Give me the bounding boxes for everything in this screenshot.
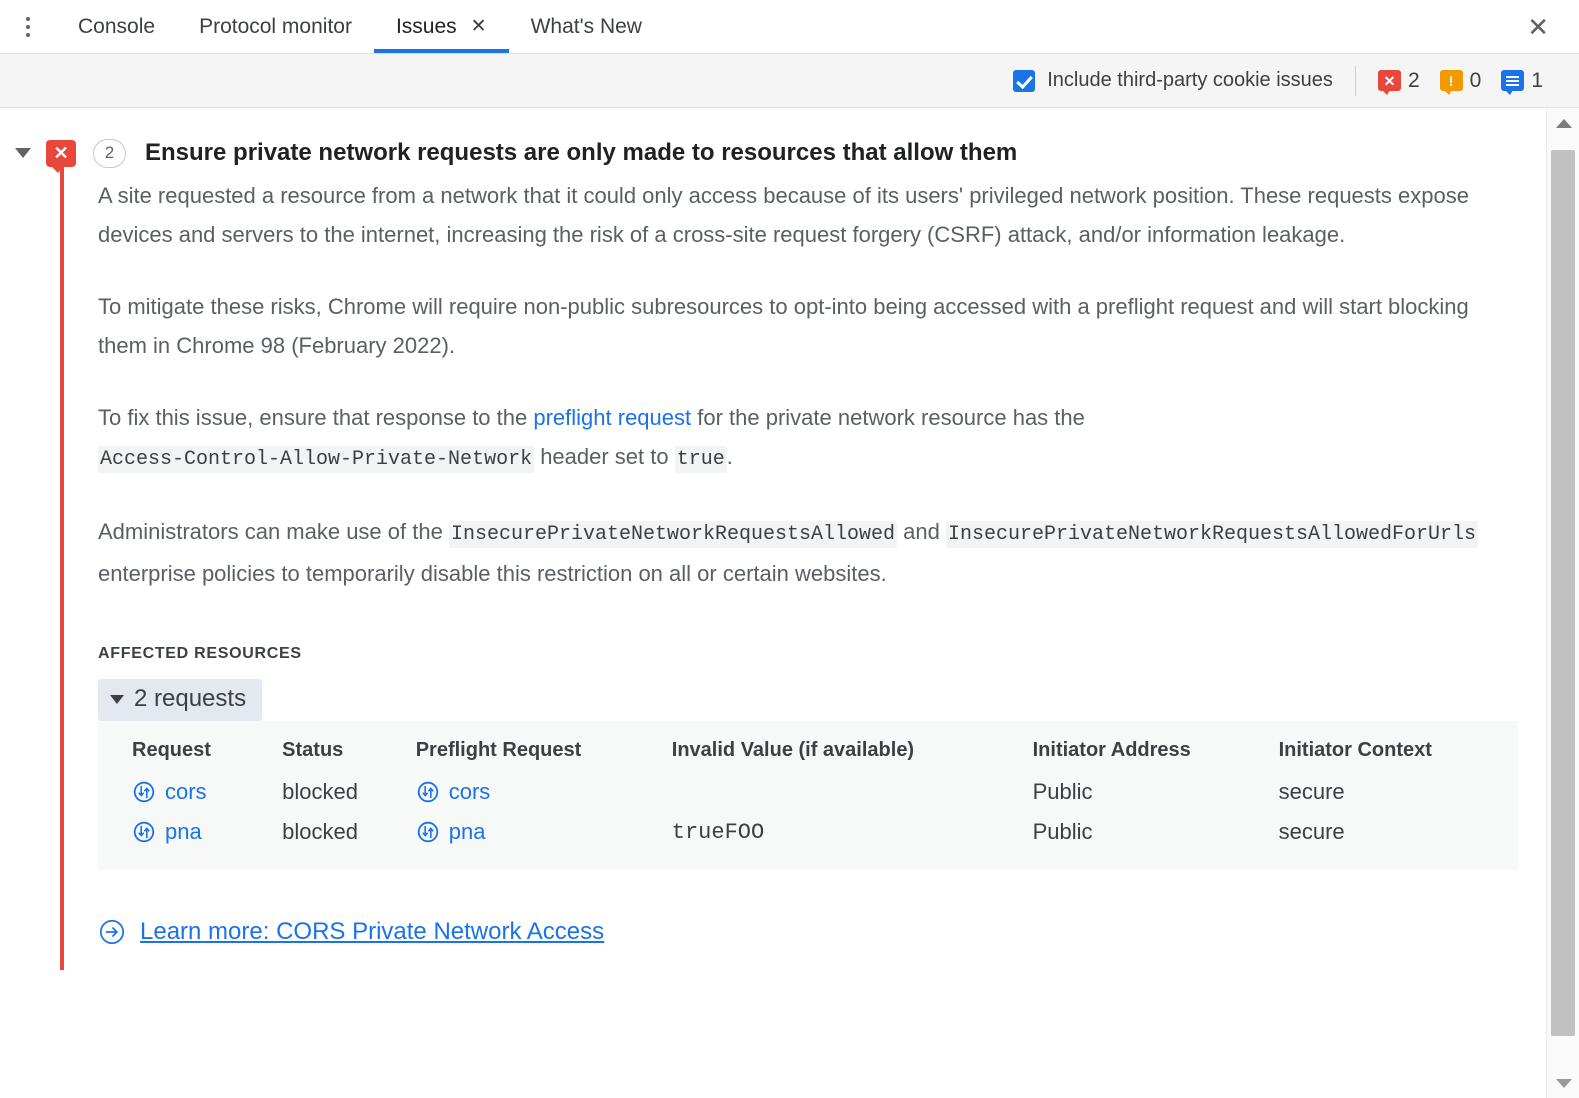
column-header-invalid-value: Invalid Value (if available) — [672, 735, 1033, 772]
scroll-up-arrow-icon[interactable] — [1547, 108, 1579, 138]
cell-status: blocked — [282, 812, 416, 852]
text-fragment: Administrators can make use of the — [98, 519, 449, 544]
checkbox-box[interactable] — [1013, 70, 1035, 92]
preflight-request-link[interactable]: cors — [449, 779, 491, 805]
affected-resources-table-wrap: Request Status Preflight Request Invalid… — [98, 721, 1518, 870]
code-policy-2: InsecurePrivateNetworkRequestsAllowedFor… — [946, 521, 1478, 548]
error-icon: ✕ — [46, 140, 76, 167]
request-link[interactable]: cors — [165, 779, 207, 805]
error-icon: ✕ — [1378, 70, 1401, 91]
issue-count-badge: 2 — [93, 139, 126, 168]
text-fragment: To fix this issue, ensure that response … — [98, 405, 533, 430]
scroll-down-arrow-icon[interactable] — [1547, 1068, 1579, 1098]
warning-count: 0 — [1470, 69, 1482, 93]
issues-toolbar: Include third-party cookie issues ✕ 2 ! … — [0, 54, 1579, 108]
text-fragment: enterprise policies to temporarily disab… — [98, 561, 887, 586]
issue-paragraph-2: To mitigate these risks, Chrome will req… — [98, 287, 1518, 365]
affected-resources-toggle-label: 2 requests — [134, 685, 246, 713]
network-request-icon — [132, 820, 156, 844]
request-link[interactable]: pna — [165, 819, 202, 845]
info-icon — [1501, 70, 1524, 91]
warning-icon: ! — [1440, 70, 1463, 91]
tab-label: What's New — [531, 15, 642, 39]
affected-resources-label: AFFECTED RESOURCES — [98, 645, 1546, 663]
arrow-right-circle-icon — [98, 918, 126, 946]
preflight-request-link[interactable]: preflight request — [533, 405, 691, 430]
tab-protocol-monitor[interactable]: Protocol monitor — [177, 0, 374, 53]
tab-label: Protocol monitor — [199, 15, 352, 39]
issue-counters: ✕ 2 ! 0 1 — [1378, 69, 1543, 93]
cell-initiator-context: secure — [1279, 812, 1518, 852]
text-fragment: header set to — [534, 444, 675, 469]
network-request-icon — [416, 780, 440, 804]
issue-paragraph-3: To fix this issue, ensure that response … — [98, 398, 1518, 479]
cell-request: cors — [98, 772, 282, 812]
cell-invalid-value — [672, 772, 1033, 812]
network-request-icon — [416, 820, 440, 844]
affected-resources-table: Request Status Preflight Request Invalid… — [98, 735, 1518, 852]
warning-counter[interactable]: ! 0 — [1440, 69, 1482, 93]
table-row: pna blocked — [98, 812, 1518, 852]
cell-request: pna — [98, 812, 282, 852]
tab-list: Console Protocol monitor Issues ✕ What's… — [56, 0, 664, 53]
chevron-down-icon[interactable] — [0, 148, 46, 158]
text-fragment: for the private network resource has the — [691, 405, 1085, 430]
table-header-row: Request Status Preflight Request Invalid… — [98, 735, 1518, 772]
text-fragment: and — [897, 519, 946, 544]
tab-label: Issues — [396, 15, 457, 39]
close-drawer-button[interactable]: ✕ — [1519, 10, 1557, 44]
learn-more-label: Learn more: CORS Private Network Access — [140, 918, 604, 946]
network-request-icon — [132, 780, 156, 804]
affected-resources-toggle[interactable]: 2 requests — [98, 679, 262, 721]
dot — [26, 17, 30, 21]
info-counter[interactable]: 1 — [1501, 69, 1543, 93]
error-count: 2 — [1408, 69, 1420, 93]
issue-body: A site requested a resource from a netwo… — [60, 176, 1546, 970]
column-header-initiator-address: Initiator Address — [1033, 735, 1279, 772]
column-header-status: Status — [282, 735, 416, 772]
text-fragment: . — [727, 444, 733, 469]
checkbox-label: Include third-party cookie issues — [1047, 69, 1333, 92]
close-icon[interactable]: ✕ — [471, 17, 487, 36]
dot — [26, 25, 30, 29]
chevron-down-icon — [110, 695, 124, 704]
code-header-name: Access-Control-Allow-Private-Network — [98, 446, 534, 473]
cell-initiator-address: Public — [1033, 812, 1279, 852]
scrollbar-thumb[interactable] — [1551, 150, 1575, 1036]
tab-issues[interactable]: Issues ✕ — [374, 0, 509, 53]
cell-status: blocked — [282, 772, 416, 812]
more-vertical-icon[interactable] — [0, 0, 56, 53]
issue-paragraph-4: Administrators can make use of the Insec… — [98, 512, 1518, 593]
learn-more-link[interactable]: Learn more: CORS Private Network Access — [98, 918, 1546, 946]
issues-content-area: ✕ 2 Ensure private network requests are … — [0, 108, 1579, 1098]
cell-initiator-context: secure — [1279, 772, 1518, 812]
vertical-scrollbar[interactable] — [1546, 108, 1579, 1098]
tab-label: Console — [78, 15, 155, 39]
preflight-request-link[interactable]: pna — [449, 819, 486, 845]
issue-header-row[interactable]: ✕ 2 Ensure private network requests are … — [0, 108, 1546, 176]
cell-initiator-address: Public — [1033, 772, 1279, 812]
code-header-value: true — [675, 446, 727, 473]
dot — [26, 33, 30, 37]
cell-preflight-request: cors — [416, 772, 672, 812]
include-third-party-cookie-issues-checkbox[interactable]: Include third-party cookie issues — [1013, 69, 1333, 92]
issues-scroll-container: ✕ 2 Ensure private network requests are … — [0, 108, 1546, 1098]
issue-paragraph-1: A site requested a resource from a netwo… — [98, 176, 1518, 254]
cell-invalid-value: trueFOO — [672, 812, 1033, 852]
table-row: cors blocked — [98, 772, 1518, 812]
tab-console[interactable]: Console — [56, 0, 177, 53]
issue-title: Ensure private network requests are only… — [145, 139, 1017, 167]
info-count: 1 — [1531, 69, 1543, 93]
issue-severity-rail — [60, 166, 64, 970]
toolbar-divider — [1355, 66, 1356, 96]
tab-whats-new[interactable]: What's New — [509, 0, 664, 53]
column-header-preflight-request: Preflight Request — [416, 735, 672, 772]
column-header-initiator-context: Initiator Context — [1279, 735, 1518, 772]
column-header-request: Request — [98, 735, 282, 772]
devtools-drawer-tabbar: Console Protocol monitor Issues ✕ What's… — [0, 0, 1579, 54]
code-policy-1: InsecurePrivateNetworkRequestsAllowed — [449, 521, 897, 548]
cell-preflight-request: pna — [416, 812, 672, 852]
error-counter[interactable]: ✕ 2 — [1378, 69, 1420, 93]
